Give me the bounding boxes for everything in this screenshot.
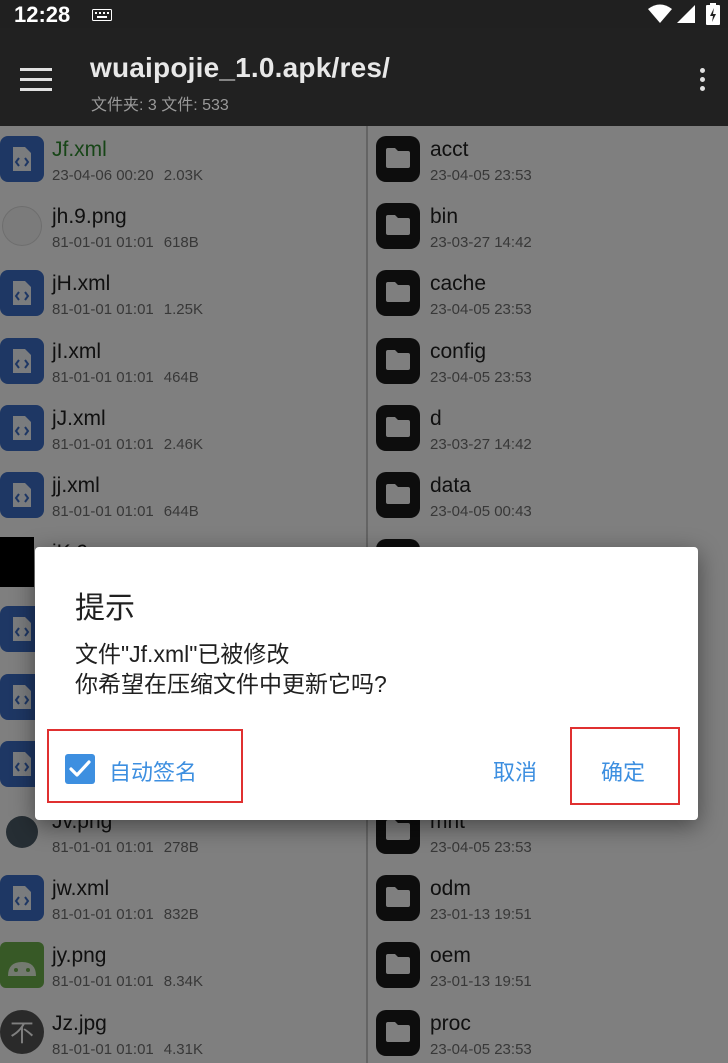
update-archive-dialog: 提示 文件"Jf.xml"已被修改 你希望在压缩文件中更新它吗? 自动签名 取消… xyxy=(35,547,698,820)
auto-sign-label[interactable]: 自动签名 xyxy=(109,755,197,787)
app-toolbar: wuaipojie_1.0.apk/res/ 文件夹: 3 文件: 533 xyxy=(0,28,728,126)
dialog-title: 提示 xyxy=(75,592,135,625)
hamburger-menu-icon[interactable] xyxy=(20,68,52,91)
ok-button[interactable]: 确定 xyxy=(601,755,645,787)
checkmark-icon xyxy=(69,760,91,777)
dialog-message: 文件"Jf.xml"已被修改 你希望在压缩文件中更新它吗? xyxy=(75,639,387,699)
dialog-message-line2: 你希望在压缩文件中更新它吗? xyxy=(75,671,387,697)
signal-icon xyxy=(676,4,696,29)
keyboard-icon xyxy=(92,8,112,26)
more-options-icon[interactable] xyxy=(700,68,706,95)
wifi-icon xyxy=(648,4,672,29)
toolbar-subtitle: 文件夹: 3 文件: 533 xyxy=(91,97,229,114)
status-bar: 12:28 xyxy=(0,0,728,28)
status-time: 12:28 xyxy=(14,2,71,27)
auto-sign-checkbox[interactable] xyxy=(65,754,95,784)
battery-charging-icon xyxy=(706,3,720,30)
cancel-button[interactable]: 取消 xyxy=(493,755,537,787)
toolbar-title: wuaipojie_1.0.apk/res/ xyxy=(90,52,391,83)
dialog-message-line1: 文件"Jf.xml"已被修改 xyxy=(75,641,290,667)
